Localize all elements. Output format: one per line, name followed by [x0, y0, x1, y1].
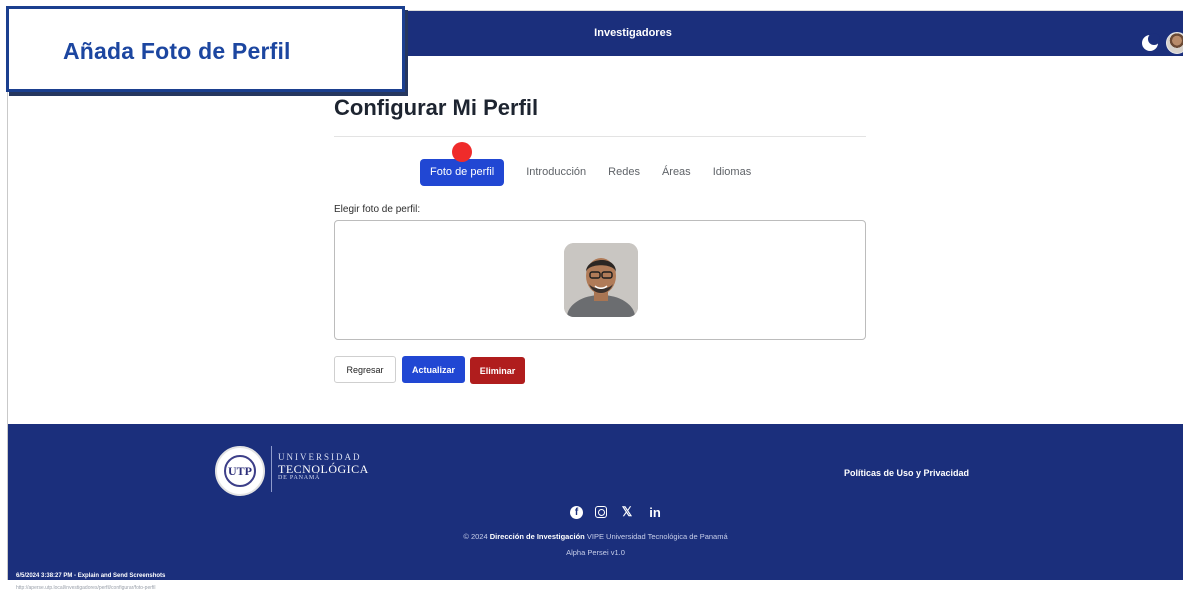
instagram-icon[interactable] [595, 506, 607, 518]
copyright-suffix: VIPE Universidad Tecnológica de Panamá [586, 532, 728, 541]
page-title: Configurar Mi Perfil [334, 95, 539, 120]
back-button[interactable]: Regresar [334, 356, 396, 383]
screenshot-url: http://aperse.utp.local/investigadores/p… [16, 585, 156, 591]
university-seal-logo[interactable]: UTP [215, 446, 265, 496]
tab-idiomas[interactable]: Idiomas [705, 159, 760, 186]
photo-field-label: Elegir foto de perfil: [334, 204, 421, 215]
profile-tabs: Foto de perfil Introducción Redes Áreas … [420, 159, 759, 186]
update-button[interactable]: Actualizar [402, 356, 465, 383]
x-icon[interactable]: 𝕏 [619, 504, 635, 520]
click-marker [452, 142, 472, 162]
copyright-year: © 2024 [463, 532, 488, 541]
moon-icon[interactable] [1142, 33, 1160, 51]
photo-upload-area[interactable] [334, 220, 866, 340]
tab-introduccion[interactable]: Introducción [518, 159, 594, 186]
copyright-organization[interactable]: Dirección de Investigación [490, 532, 585, 541]
facebook-icon[interactable]: f [570, 505, 583, 519]
privacy-policy-link[interactable]: Políticas de Uso y Privacidad [844, 468, 969, 478]
profile-photo[interactable] [564, 243, 638, 317]
tab-areas[interactable]: Áreas [654, 159, 699, 186]
user-avatar[interactable] [1166, 32, 1183, 54]
app-version: Alpha Persei v1.0 [566, 548, 625, 557]
screenshot-caption: 6/5/2024 3:38:27 PM - Explain and Send S… [16, 573, 166, 579]
profile-photo-image [564, 243, 638, 317]
callout-text: Añada Foto de Perfil [63, 38, 291, 64]
linkedin-icon[interactable]: in [647, 504, 663, 520]
logo-divider [271, 446, 272, 492]
page: Investigadores Añada Foto de Perfil Conf… [0, 0, 1183, 594]
copyright-text: © 2024 Dirección de Investigación VIPE U… [8, 532, 1183, 541]
site-footer: UTP UNIVERSIDAD TECNOLÓGICA DE PANAMÁ Po… [8, 424, 1183, 580]
heading-divider [334, 136, 866, 137]
tab-foto-de-perfil[interactable]: Foto de perfil [420, 159, 505, 186]
tab-redes[interactable]: Redes [600, 159, 648, 186]
logo-text-line1: UNIVERSIDAD [278, 452, 362, 462]
delete-button[interactable]: Eliminar [470, 357, 525, 384]
instruction-callout: Añada Foto de Perfil [6, 6, 405, 92]
nav-title[interactable]: Investigadores [568, 27, 698, 39]
social-links: f 𝕏 in [570, 504, 663, 520]
logo-text-line3: DE PANAMÁ [278, 475, 321, 481]
seal-monogram: UTP [224, 455, 256, 487]
